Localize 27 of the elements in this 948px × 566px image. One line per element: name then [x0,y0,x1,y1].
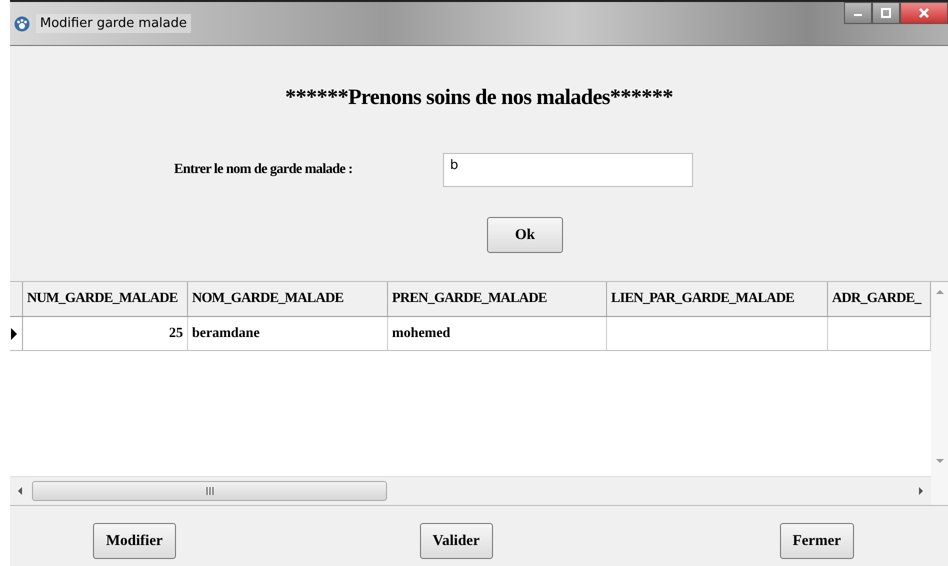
row-indicator[interactable] [10,317,23,350]
action-button[interactable]: Fermer [780,523,854,559]
action-button[interactable]: Valider [420,523,493,559]
minimize-button[interactable] [844,2,872,24]
scroll-left-icon[interactable] [16,486,24,496]
column-header[interactable]: LIEN_PAR_GARDE_MALADE [607,282,828,316]
column-header[interactable]: NUM_GARDE_MALADE [23,282,188,316]
table-cell: 25 [169,326,183,342]
window-title: Modifier garde malade [36,14,191,33]
column-header[interactable]: PREN_GARDE_MALADE [388,282,607,316]
field-label: Entrer le nom de garde malade : [174,162,354,178]
paw-icon [14,16,30,32]
scroll-down-icon[interactable] [934,457,944,465]
ok-button[interactable]: Ok [487,217,563,253]
table-cell: beramdane [192,326,260,342]
page-heading: ******Prenons soins de nos malades****** [284,84,674,110]
column-header[interactable]: NOM_GARDE_MALADE [188,282,388,316]
close-button[interactable] [900,2,948,24]
name-field[interactable]: b [443,153,693,187]
close-icon [918,7,930,19]
table-cell: mohemed [392,326,450,342]
action-button[interactable]: Modifier [93,523,176,559]
scroll-up-icon[interactable] [934,288,944,296]
maximize-icon [881,8,891,18]
scroll-right-icon[interactable] [917,486,925,496]
maximize-button[interactable] [872,2,900,24]
scrollbar-thumb[interactable] [32,481,387,501]
